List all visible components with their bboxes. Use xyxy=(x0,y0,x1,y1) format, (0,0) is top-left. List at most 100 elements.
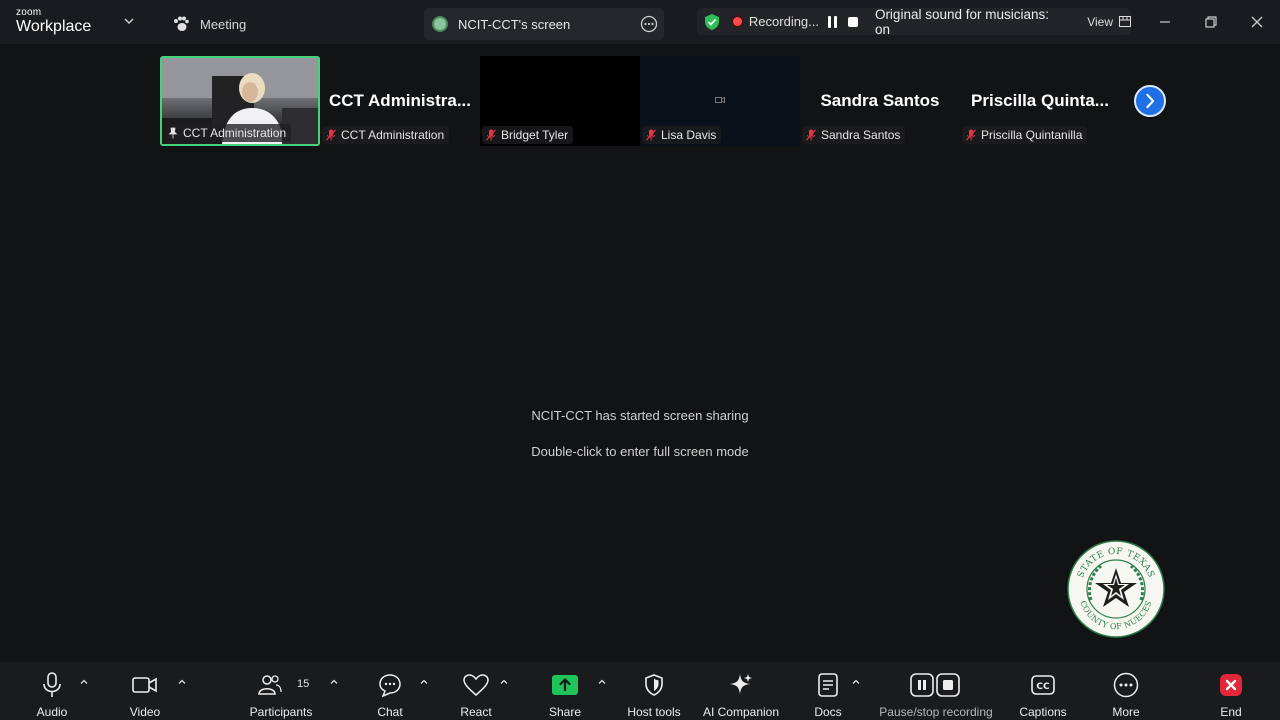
participant-display-name: Priscilla Quinta... xyxy=(971,91,1109,110)
docs-button[interactable]: Docs xyxy=(808,662,848,720)
share-screen-icon xyxy=(552,675,578,695)
minimize-icon[interactable] xyxy=(1155,12,1175,32)
host-tools-button[interactable]: Host tools xyxy=(622,662,686,720)
participants-options-caret-icon[interactable] xyxy=(329,677,339,687)
pause-stop-recording-button[interactable]: Pause/stop recording xyxy=(872,662,1000,720)
recording-bar: Recording... Original sound for musician… xyxy=(697,7,1131,37)
shield-icon xyxy=(645,674,663,696)
ai-companion-button[interactable]: AI Companion xyxy=(700,662,782,720)
grid-view-icon xyxy=(1118,16,1131,27)
participant-name-tag: Priscilla Quintanilla xyxy=(962,126,1088,144)
end-meeting-button[interactable]: End xyxy=(1214,662,1248,720)
closed-captions-icon: CC xyxy=(1031,675,1055,695)
ai-companion-label: AI Companion xyxy=(702,705,780,719)
share-options-caret-icon[interactable] xyxy=(597,677,607,687)
participant-name-tag: CCT Administration xyxy=(322,126,450,144)
original-sound-toggle[interactable]: Original sound for musicians: on xyxy=(875,7,1067,37)
participant-name-tag: Sandra Santos xyxy=(802,126,906,144)
participant-display-name: CCT Administra... xyxy=(329,91,471,110)
participant-display-name: Sandra Santos xyxy=(820,91,940,110)
video-options-caret-icon[interactable] xyxy=(177,677,187,687)
brand-top-text: zoom xyxy=(16,7,42,18)
participant-tile[interactable]: Sandra Santos Sandra Santos xyxy=(800,56,960,146)
restore-icon[interactable] xyxy=(1201,12,1221,32)
video-label: Video xyxy=(129,705,161,719)
brand-bottom-text: Workplace xyxy=(16,18,92,35)
captions-label: Captions xyxy=(1019,705,1067,719)
pin-icon xyxy=(168,127,178,139)
more-button[interactable]: More xyxy=(1106,662,1146,720)
participant-name-tag: Bridget Tyler xyxy=(482,126,574,144)
end-label: End xyxy=(1220,705,1242,719)
sparkle-icon xyxy=(730,674,752,694)
participants-icon xyxy=(258,675,282,695)
audio-button[interactable]: Audio xyxy=(30,662,74,720)
camera-off-icon xyxy=(715,96,725,104)
screen-share-started-message: NCIT-CCT has started screen sharing xyxy=(531,408,749,423)
chat-label: Chat xyxy=(377,705,403,719)
share-button[interactable]: Share xyxy=(544,662,586,720)
view-button[interactable]: View xyxy=(1087,15,1131,29)
chat-bubble-icon xyxy=(379,674,401,697)
county-seal-logo: STATE OF TEXAS COUNTY OF NUECES xyxy=(1067,540,1165,638)
docs-options-caret-icon[interactable] xyxy=(851,677,861,687)
participant-name-tag: Lisa Davis xyxy=(642,126,722,144)
participant-name: CCT Administration xyxy=(341,128,445,142)
mic-muted-icon xyxy=(486,129,496,141)
stop-recording-icon[interactable] xyxy=(847,16,858,27)
mic-muted-icon xyxy=(806,129,816,141)
recording-dot-icon xyxy=(732,17,742,26)
chat-options-caret-icon[interactable] xyxy=(419,677,429,687)
participant-tile[interactable]: Lisa Davis xyxy=(640,56,800,146)
mic-muted-icon xyxy=(646,129,656,141)
fullscreen-hint: Double-click to enter full screen mode xyxy=(531,444,749,459)
more-label: More xyxy=(1112,705,1140,719)
docs-label: Docs xyxy=(814,705,842,719)
chat-button[interactable]: Chat xyxy=(370,662,410,720)
react-options-caret-icon[interactable] xyxy=(499,677,509,687)
participant-name: Lisa Davis xyxy=(661,128,717,142)
audio-label: Audio xyxy=(36,705,68,719)
more-options-icon[interactable] xyxy=(640,15,658,33)
participant-tile[interactable]: CCT Administration xyxy=(160,56,320,146)
tab-screen-label: NCIT-CCT's screen xyxy=(458,16,571,32)
pause-recording-icon[interactable] xyxy=(828,15,838,28)
shield-check-icon[interactable] xyxy=(703,13,721,31)
mic-muted-icon xyxy=(966,129,976,141)
user-avatar-icon xyxy=(432,16,448,32)
react-label: React xyxy=(460,705,492,719)
end-x-icon xyxy=(1220,674,1242,696)
react-button[interactable]: React xyxy=(455,662,497,720)
meeting-toolbar: Audio Video Participants 15 Chat React S… xyxy=(0,662,1280,720)
document-icon xyxy=(818,673,838,697)
more-options-icon xyxy=(1113,672,1139,698)
participants-button[interactable]: Participants xyxy=(246,662,316,720)
participant-tile[interactable]: Bridget Tyler xyxy=(480,56,640,146)
audio-options-caret-icon[interactable] xyxy=(79,677,89,687)
mic-muted-icon xyxy=(326,129,336,141)
svg-text:CC: CC xyxy=(1036,682,1050,692)
participant-tile[interactable]: Priscilla Quinta... Priscilla Quintanill… xyxy=(960,56,1120,146)
host-tools-label: Host tools xyxy=(627,705,681,719)
participant-name-tag: CCT Administration xyxy=(164,124,292,142)
chevron-down-icon[interactable] xyxy=(122,14,136,28)
participant-name: Sandra Santos xyxy=(821,128,901,142)
zoom-workplace-logo[interactable]: zoom Workplace xyxy=(16,8,91,35)
pause-stop-icon xyxy=(910,673,960,697)
participant-tile[interactable]: CCT Administra... CCT Administration xyxy=(320,56,480,146)
microphone-icon xyxy=(43,672,61,697)
close-icon[interactable] xyxy=(1247,12,1267,32)
participants-label: Participants xyxy=(249,705,313,719)
title-bar: zoom Workplace Meeting NCIT-CCT's screen… xyxy=(0,0,1280,44)
video-button[interactable]: Video xyxy=(122,662,168,720)
captions-button[interactable]: CC Captions xyxy=(1016,662,1070,720)
tab-shared-screen[interactable]: NCIT-CCT's screen xyxy=(424,8,664,40)
heart-icon xyxy=(463,674,489,696)
video-camera-icon xyxy=(132,677,157,693)
tab-meeting[interactable]: Meeting xyxy=(172,14,246,34)
tab-meeting-label: Meeting xyxy=(200,16,247,32)
view-button-label: View xyxy=(1087,14,1113,29)
participant-name: CCT Administration xyxy=(183,126,287,140)
recording-status: Recording... xyxy=(748,14,819,29)
next-page-button[interactable] xyxy=(1134,85,1166,117)
